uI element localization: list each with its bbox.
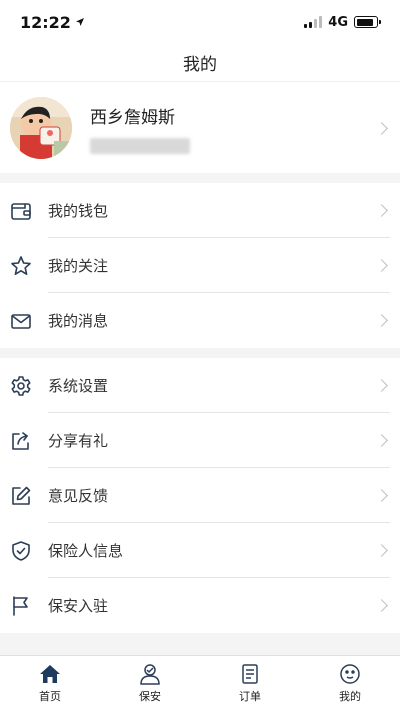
home-icon bbox=[40, 665, 60, 683]
tab-label: 首页 bbox=[39, 690, 61, 703]
status-indicators: 4G bbox=[304, 14, 381, 30]
menu-item-wallet[interactable]: 我的钱包 bbox=[0, 183, 400, 238]
wallet-icon bbox=[10, 200, 32, 222]
order-icon bbox=[242, 664, 258, 684]
edit-icon bbox=[10, 485, 32, 507]
gear-icon bbox=[10, 375, 32, 397]
star-icon bbox=[10, 255, 32, 277]
menu-item-share[interactable]: 分享有礼 bbox=[0, 413, 400, 468]
menu-item-feedback[interactable]: 意见反馈 bbox=[0, 468, 400, 523]
avatar[interactable] bbox=[10, 97, 72, 159]
tab-label: 我的 bbox=[339, 690, 361, 703]
menu-item-follow[interactable]: 我的关注 bbox=[0, 238, 400, 293]
chevron-right-icon bbox=[375, 434, 388, 447]
menu-item-label: 分享有礼 bbox=[48, 432, 109, 450]
face-icon bbox=[340, 664, 360, 684]
menu-item-label: 我的关注 bbox=[48, 257, 109, 275]
nav-bar: 我的 bbox=[0, 44, 400, 82]
tab-home[interactable]: 首页 bbox=[0, 656, 100, 711]
location-arrow-icon bbox=[75, 18, 84, 26]
profile-card[interactable]: 西乡詹姆斯 bbox=[0, 83, 400, 173]
share-icon bbox=[10, 430, 32, 452]
status-time-text: 12:22 bbox=[20, 12, 71, 32]
chevron-right-icon bbox=[375, 259, 388, 272]
chevron-right-icon bbox=[375, 204, 388, 217]
menu-item-label: 系统设置 bbox=[48, 377, 109, 395]
signal-icon bbox=[304, 16, 323, 28]
mail-icon bbox=[10, 310, 32, 332]
menu-item-label: 保险人信息 bbox=[48, 542, 124, 560]
profile-name: 西乡詹姆斯 bbox=[90, 107, 175, 128]
battery-icon bbox=[354, 16, 381, 28]
section-gap bbox=[0, 173, 400, 183]
tab-mine[interactable]: 我的 bbox=[300, 656, 400, 711]
section-gap bbox=[0, 633, 400, 655]
menu-item-label: 我的消息 bbox=[48, 312, 109, 330]
profile-info: 西乡詹姆斯 bbox=[90, 103, 390, 154]
profile-phone-blurred bbox=[90, 137, 190, 154]
page-title: 我的 bbox=[183, 55, 217, 75]
chevron-right-icon bbox=[375, 379, 388, 392]
status-time: 12:22 bbox=[20, 13, 85, 32]
chevron-right-icon bbox=[375, 489, 388, 502]
tab-label: 订单 bbox=[239, 690, 261, 703]
guard-icon bbox=[140, 664, 160, 685]
menu-item-label: 意见反馈 bbox=[48, 487, 109, 505]
menu-item-label: 我的钱包 bbox=[48, 202, 109, 220]
network-label: 4G bbox=[328, 14, 348, 30]
status-bar: 12:22 4G bbox=[0, 0, 400, 44]
menu-item-settings[interactable]: 系统设置 bbox=[0, 358, 400, 413]
chevron-right-icon bbox=[375, 599, 388, 612]
avatar-image bbox=[10, 97, 72, 159]
chevron-right-icon bbox=[375, 314, 388, 327]
tab-guard[interactable]: 保安 bbox=[100, 656, 200, 711]
menu-item-insured-info[interactable]: 保险人信息 bbox=[0, 523, 400, 578]
tab-label: 保安 bbox=[139, 690, 161, 703]
menu-item-guard-join[interactable]: 保安入驻 bbox=[0, 578, 400, 633]
section-gap bbox=[0, 348, 400, 358]
flag-icon bbox=[10, 595, 32, 617]
menu-item-messages[interactable]: 我的消息 bbox=[0, 293, 400, 348]
tab-orders[interactable]: 订单 bbox=[200, 656, 300, 711]
menu-item-label: 保安入驻 bbox=[48, 597, 109, 615]
tab-bar: 首页 保安 订单 我的 bbox=[0, 655, 400, 711]
shield-icon bbox=[10, 540, 32, 562]
chevron-right-icon bbox=[375, 544, 388, 557]
